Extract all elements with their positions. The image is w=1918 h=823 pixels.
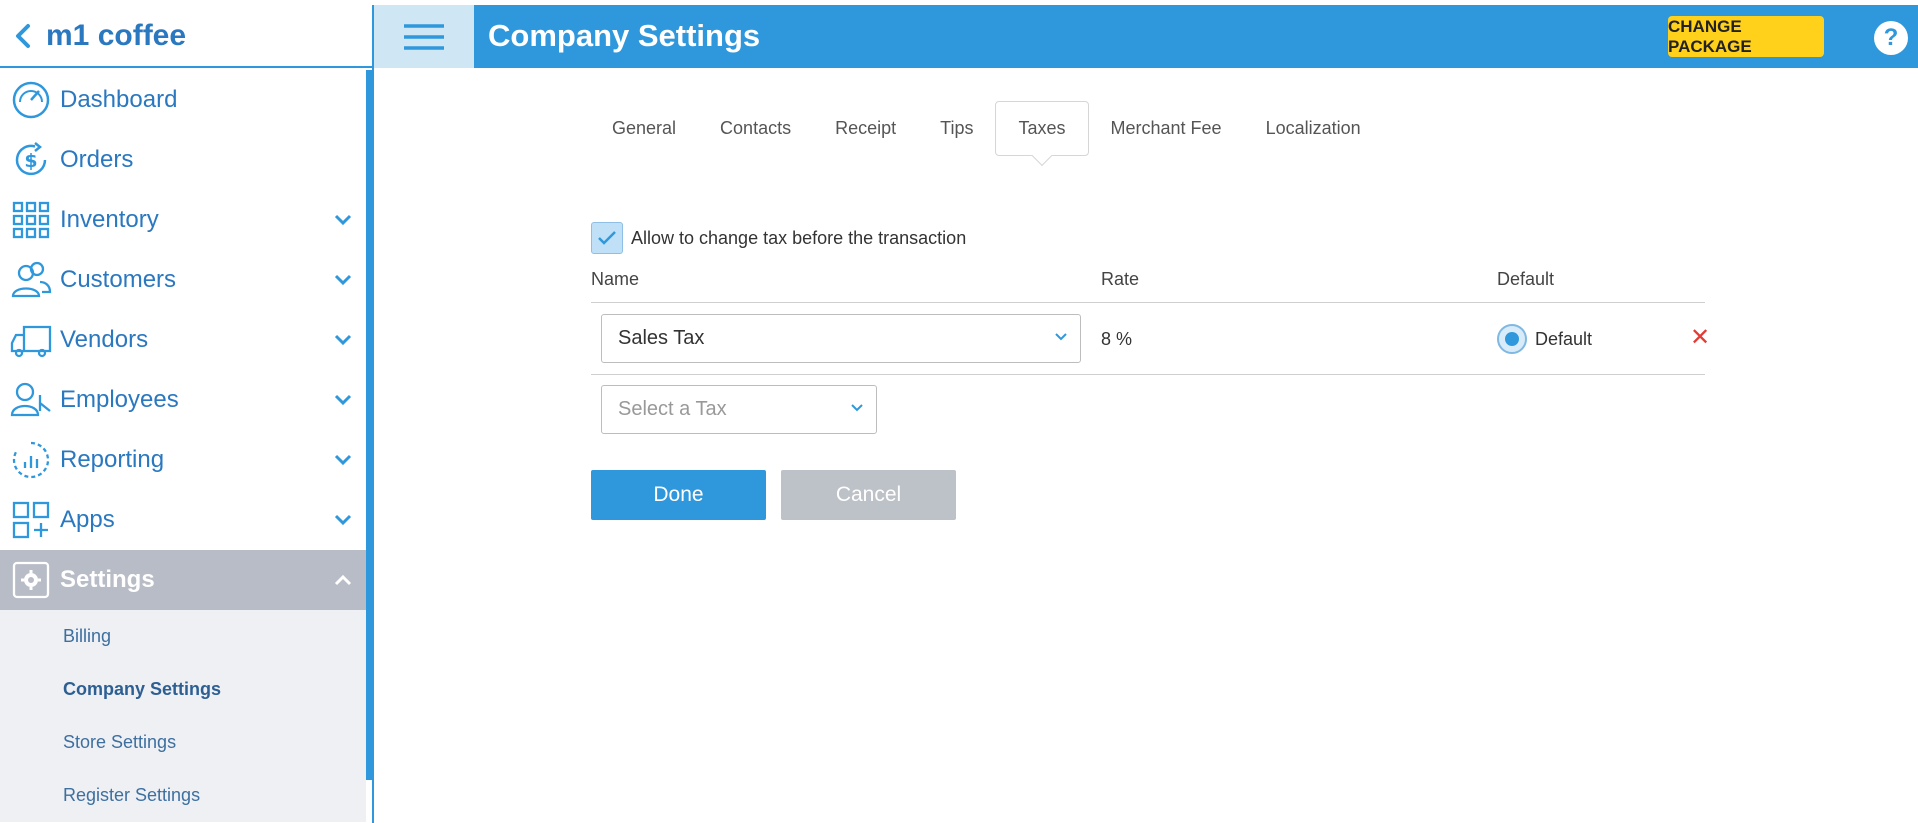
sidebar-subitem-company-settings[interactable]: Company Settings — [0, 663, 366, 716]
cancel-button[interactable]: Cancel — [781, 470, 956, 520]
allow-change-tax-label: Allow to change tax before the transacti… — [631, 227, 967, 248]
sidebar: m1 coffee Dashboard $ Orders Inventory C… — [0, 5, 374, 823]
sidebar-item-inventory[interactable]: Inventory — [0, 190, 366, 250]
brand-bar: m1 coffee — [0, 5, 372, 68]
chevron-down-icon[interactable] — [332, 270, 354, 290]
truck-icon — [8, 310, 54, 370]
sidebar-item-reporting[interactable]: Reporting — [0, 430, 366, 490]
sidebar-item-label: Vendors — [60, 326, 149, 353]
sidebar-item-employees[interactable]: Employees — [0, 370, 366, 430]
delete-tax-icon[interactable]: ✕ — [1690, 326, 1710, 350]
sidebar-item-orders[interactable]: $ Orders — [0, 130, 366, 190]
apps-icon — [8, 490, 54, 550]
sidebar-nav: Dashboard $ Orders Inventory Customers V… — [0, 70, 366, 823]
sidebar-item-label: Reporting — [60, 446, 165, 473]
back-chevron-icon[interactable] — [0, 4, 46, 67]
sidebar-item-dashboard[interactable]: Dashboard — [0, 70, 366, 130]
sidebar-item-label: Apps — [60, 506, 115, 533]
sidebar-subitem-store-settings[interactable]: Store Settings — [0, 716, 366, 769]
tab-merchant-fee[interactable]: Merchant Fee — [1089, 101, 1244, 156]
grid-icon — [8, 190, 54, 250]
allow-change-tax-row: Allow to change tax before the transacti… — [591, 222, 966, 254]
top-header: Company Settings CHANGE PACKAGE ? — [374, 5, 1918, 68]
default-radio[interactable] — [1497, 324, 1527, 354]
tab-receipt[interactable]: Receipt — [813, 101, 918, 156]
tab-contacts[interactable]: Contacts — [698, 101, 813, 156]
chevron-down-icon — [851, 404, 863, 412]
done-button[interactable]: Done — [591, 470, 766, 520]
sidebar-item-settings[interactable]: Settings — [0, 550, 366, 610]
users-icon — [8, 250, 54, 310]
settings-submenu: Billing Company Settings Store Settings … — [0, 610, 366, 822]
chevron-down-icon[interactable] — [332, 330, 354, 350]
tax-rate-value: 8 % — [1101, 329, 1133, 349]
sidebar-item-label: Dashboard — [60, 86, 178, 113]
chevron-down-icon[interactable] — [332, 510, 354, 530]
sidebar-item-vendors[interactable]: Vendors — [0, 310, 366, 370]
column-header-default: Default — [1497, 269, 1555, 289]
radio-dot — [1505, 332, 1519, 346]
hamburger-menu-icon[interactable] — [374, 5, 474, 68]
sidebar-item-label: Employees — [60, 386, 179, 413]
chevron-down-icon[interactable] — [332, 210, 354, 230]
chevron-up-icon[interactable] — [332, 570, 354, 590]
row-divider — [591, 374, 1705, 375]
sidebar-item-customers[interactable]: Customers — [0, 250, 366, 310]
page-title: Company Settings — [488, 18, 761, 53]
svg-text:$: $ — [24, 150, 37, 172]
sidebar-item-apps[interactable]: Apps — [0, 490, 366, 550]
employee-icon — [8, 370, 54, 430]
tax-name-value: Sales Tax — [618, 327, 705, 349]
allow-change-tax-checkbox[interactable] — [591, 222, 623, 254]
dollar-refresh-icon: $ — [8, 130, 54, 190]
speedometer-icon — [8, 70, 54, 130]
default-radio-label: Default — [1535, 329, 1593, 349]
column-header-rate: Rate — [1101, 269, 1140, 289]
brand-title[interactable]: m1 coffee — [46, 19, 186, 53]
chevron-down-icon[interactable] — [332, 390, 354, 410]
sidebar-item-label: Inventory — [60, 206, 159, 233]
header-divider — [591, 302, 1705, 303]
sidebar-scrollbar[interactable] — [366, 70, 372, 780]
help-icon[interactable]: ? — [1874, 21, 1908, 55]
checkmark-icon — [598, 231, 616, 245]
sidebar-item-label: Customers — [60, 266, 177, 293]
tab-general[interactable]: General — [590, 101, 698, 156]
chevron-down-icon — [1055, 333, 1067, 341]
sidebar-item-label: Orders — [60, 146, 134, 173]
settings-tabs: General Contacts Receipt Tips Taxes Merc… — [590, 101, 1383, 156]
sidebar-subitem-register-settings[interactable]: Register Settings — [0, 769, 366, 822]
tab-localization[interactable]: Localization — [1244, 101, 1383, 156]
tab-taxes[interactable]: Taxes — [995, 101, 1089, 156]
chevron-down-icon[interactable] — [332, 450, 354, 470]
sidebar-subitem-billing[interactable]: Billing — [0, 610, 366, 663]
chart-icon — [8, 430, 54, 490]
change-package-button[interactable]: CHANGE PACKAGE — [1668, 16, 1824, 57]
select-tax-placeholder: Select a Tax — [618, 398, 727, 420]
tax-name-select[interactable]: Sales Tax — [601, 314, 1081, 363]
select-tax-dropdown[interactable]: Select a Tax — [601, 385, 877, 434]
gear-icon — [8, 550, 54, 610]
sidebar-item-label: Settings — [60, 566, 155, 593]
tab-tips[interactable]: Tips — [918, 101, 995, 156]
column-header-name: Name — [591, 269, 640, 289]
